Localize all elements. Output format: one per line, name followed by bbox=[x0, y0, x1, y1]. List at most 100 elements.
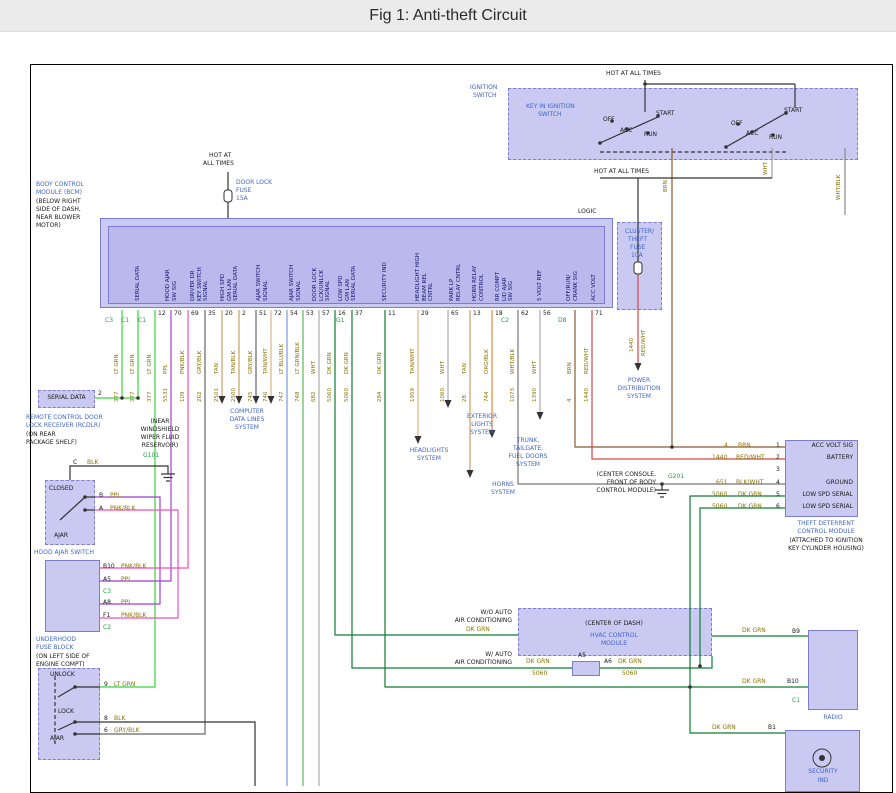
headlights-system-label: HEADLIGHTS bbox=[398, 447, 460, 454]
wire-label: WHT bbox=[763, 153, 770, 175]
diagram-label: AIR CONDITIONING bbox=[440, 659, 512, 666]
diagram-label: B10 bbox=[787, 678, 799, 685]
diagram-label: PACKAGE SHELF) bbox=[26, 439, 77, 446]
diagram-label: D8 bbox=[558, 317, 566, 324]
diagram-label: LOCK bbox=[58, 708, 74, 715]
diagram-label: (NEAR bbox=[128, 418, 192, 425]
wire-label: LT GRN bbox=[114, 332, 121, 374]
diagram-label: SYSTEM bbox=[398, 455, 460, 462]
wire-label: 377 bbox=[130, 375, 137, 402]
wire-label: LT GRN bbox=[130, 332, 137, 374]
wire-label: 682 bbox=[311, 375, 318, 402]
diagram-label: 18 bbox=[495, 310, 503, 317]
diagram-label: 51 bbox=[259, 310, 267, 317]
diagram-label: ENGINE COMPT) bbox=[36, 661, 85, 668]
diagram-label: MOTOR) bbox=[36, 222, 61, 229]
diagram-label: 9 bbox=[104, 681, 108, 688]
diagram-label: A6 bbox=[604, 658, 612, 665]
horns-system-label: HORNS bbox=[474, 481, 532, 488]
wire-label: 5060 bbox=[327, 375, 334, 402]
diagram-label: W/O AUTO bbox=[440, 609, 512, 616]
diagram-label: (ON LEFT SIDE OF bbox=[36, 653, 90, 660]
diagram-label: 12 bbox=[158, 310, 166, 317]
diagram-label: IND bbox=[788, 777, 858, 784]
diagram-label: GROUND bbox=[789, 479, 853, 486]
wire-label: WHT/BLK bbox=[510, 332, 517, 374]
wire-label: 1959 bbox=[410, 375, 417, 402]
diagram-label: 65 bbox=[451, 310, 459, 317]
diagram-label: C2 bbox=[103, 624, 111, 631]
diagram-label: W/ AUTO bbox=[440, 651, 512, 658]
wire-label: TAN/BLK bbox=[231, 332, 238, 374]
wire-label: 1390 bbox=[532, 375, 539, 402]
diagram-label: 20 bbox=[225, 310, 233, 317]
diagram-label: BLK bbox=[87, 459, 98, 466]
diagram-label: 5060 bbox=[712, 491, 727, 498]
diagram-label: SWITCH bbox=[473, 92, 497, 99]
diagram-label: FUSE bbox=[630, 244, 645, 251]
diagram-label: 2 bbox=[776, 454, 780, 461]
wire-label: PPL bbox=[163, 332, 170, 374]
wire-label: 747 bbox=[279, 375, 286, 402]
wire-label: ORG/BLK bbox=[484, 332, 491, 374]
security-ind-label: SECURITY bbox=[788, 768, 858, 775]
underhood-fuse-block-label: UNDERHOOD bbox=[36, 636, 76, 643]
wire-label: 109 bbox=[180, 375, 187, 402]
diagram-label: C3 bbox=[103, 588, 111, 595]
diagram-label: AJAR bbox=[50, 735, 64, 742]
diagram-label: 37 bbox=[355, 310, 363, 317]
diagram-label: FUSE BLOCK bbox=[36, 644, 73, 651]
diagram-label: BATTERY bbox=[789, 454, 853, 461]
wire-label: 284 bbox=[377, 375, 384, 402]
diagram-label: C1 bbox=[121, 317, 129, 324]
diagram-label: 62 bbox=[521, 310, 529, 317]
wire-label: TAN bbox=[214, 332, 221, 374]
diagram-label: A5 bbox=[103, 576, 111, 583]
diagram-label: WIPER FLUID bbox=[128, 434, 192, 441]
diagram-label: (ATTACHED TO IGNITION bbox=[776, 537, 876, 544]
diagram-label: 5 bbox=[776, 491, 780, 498]
bcm-pin-label: DRIVER DR KEY SWITCH SIGNAL bbox=[190, 227, 210, 301]
diagram-label: BLK bbox=[114, 715, 125, 722]
wire-label: 2500 bbox=[231, 375, 238, 402]
hvac-control-module-label: HVAC CONTROL bbox=[566, 632, 662, 639]
diagram-label: LOW SPD SERIAL bbox=[789, 503, 853, 510]
wire-label: TAN/WHT bbox=[263, 332, 270, 374]
wire-label: 1073 bbox=[510, 375, 517, 402]
wire-label: RED/WHT bbox=[584, 332, 591, 374]
diagram-label: RESERVOIR) bbox=[128, 442, 192, 449]
bcm-pin-label: PARK LP RELAY CNTRL bbox=[449, 227, 462, 301]
diagram-label: 70 bbox=[174, 310, 182, 317]
diagram-label: F1 bbox=[103, 612, 110, 619]
wire-label: 1440 bbox=[629, 325, 636, 352]
diagram-label: C3 bbox=[105, 317, 113, 324]
diagram-label: ALL TIMES bbox=[203, 160, 234, 167]
diagram-label: LOW SPD SERIAL bbox=[789, 491, 853, 498]
wire-label: PNK/BLK bbox=[180, 332, 187, 374]
wire-label: 744 bbox=[484, 375, 491, 402]
diagram-label: SWITCH bbox=[538, 111, 562, 118]
bcm-pin-label: HORN RELAY CONTROL bbox=[472, 227, 485, 301]
wire-label: 5060 bbox=[344, 375, 351, 402]
diagram-label: 69 bbox=[191, 310, 199, 317]
diagram-label: C1 bbox=[792, 697, 800, 704]
rcdlr-label: REMOTE CONTROL DOOR bbox=[26, 414, 103, 421]
wire-label: WHT/BLK bbox=[836, 164, 843, 200]
ignition-switch-label: IGNITION bbox=[470, 84, 497, 91]
wire-label: 2501 bbox=[214, 375, 221, 402]
diagram-label: 1 bbox=[776, 442, 780, 449]
wire-label: LT BLU/BLK bbox=[279, 332, 286, 374]
diagram-label: HOT AT bbox=[209, 152, 231, 159]
diagram-label: SYSTEM bbox=[608, 393, 670, 400]
wire-label: BRN bbox=[567, 332, 574, 374]
diagram-label: PPL bbox=[110, 492, 121, 499]
diagram-label: (CENTER CONSOLE, bbox=[580, 471, 656, 478]
bcm-pin-label: OFF/RUN/ CRANK SIG bbox=[566, 227, 579, 301]
wire-label: RED/WHT bbox=[641, 316, 648, 356]
diagram-label: HOT AT ALL TIMES bbox=[594, 168, 649, 175]
bcm-pin-label: AJAR SWITCH SIGNAL bbox=[256, 227, 269, 301]
diagram-label: THEFT bbox=[628, 236, 647, 243]
diagram-label: 1440 bbox=[712, 454, 727, 461]
power-distribution-system-label: POWER bbox=[608, 377, 670, 384]
diagram-label: LT GRN bbox=[114, 681, 135, 688]
